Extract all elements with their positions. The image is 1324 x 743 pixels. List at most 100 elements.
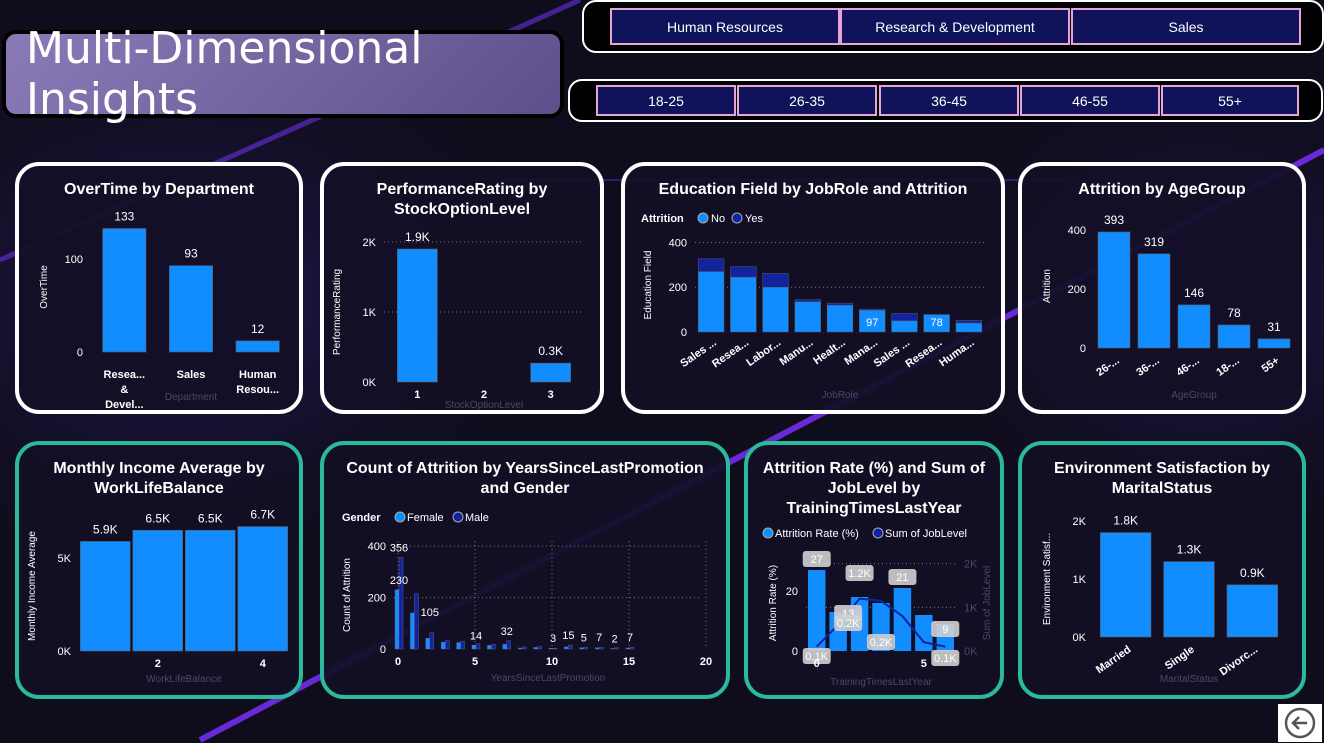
bar-male bbox=[521, 646, 527, 650]
bar-female bbox=[394, 589, 400, 650]
legend-marker bbox=[697, 212, 709, 224]
slicer-age-26-35[interactable]: 26-35 bbox=[737, 85, 877, 116]
bar bbox=[530, 362, 571, 383]
y-tick-label: 200 bbox=[669, 282, 687, 294]
bar-female bbox=[440, 641, 446, 650]
x-tick-label: Human bbox=[239, 369, 277, 381]
slicer-age-18-25[interactable]: 18-25 bbox=[596, 85, 736, 116]
x-axis-label: AgeGroup bbox=[1171, 390, 1217, 401]
bar bbox=[169, 265, 213, 353]
bar bbox=[1163, 561, 1215, 638]
dashboard-title-box: Multi-Dimensional Insights bbox=[2, 23, 564, 125]
data-label: 146 bbox=[1184, 286, 1204, 300]
y2-axis-label: Sum of JobLevel bbox=[982, 566, 993, 641]
bar-no bbox=[955, 322, 983, 333]
data-label: 9 bbox=[942, 624, 948, 636]
legend-title: Gender bbox=[342, 512, 381, 524]
x-tick-label: Resea... bbox=[710, 337, 751, 371]
chart-attrition-by-agegroup: 0 200 400 393 26-... 319 36-... 146 46-... 78 18-.… bbox=[1042, 213, 1291, 401]
bar bbox=[235, 340, 280, 353]
data-label: 0.2K bbox=[870, 637, 893, 649]
bar-yes bbox=[730, 266, 757, 278]
chart-title: Count of Attrition by YearsSinceLastProm… bbox=[346, 460, 704, 497]
bar-male bbox=[460, 641, 465, 650]
card-monthly-income-by-worklifebalance[interactable]: Monthly Income Average by WorkLifeBalanc… bbox=[15, 441, 303, 699]
card-attrition-by-promotion-gender[interactable]: Count of Attrition by YearsSinceLastProm… bbox=[320, 441, 730, 699]
data-label: 12 bbox=[251, 322, 265, 336]
bar-no bbox=[891, 320, 918, 333]
card-attrition-by-agegroup[interactable]: Attrition by AgeGroup 0 200 400 393 26-... 31… bbox=[1018, 162, 1306, 414]
slicer-department-sales[interactable]: Sales bbox=[1071, 8, 1301, 45]
x-axis-label: JobRole bbox=[822, 390, 859, 401]
slicer-department-research-development[interactable]: Research & Development bbox=[840, 8, 1070, 45]
legend-title: Attrition bbox=[641, 213, 684, 225]
legend-marker bbox=[731, 212, 743, 224]
bar-no bbox=[794, 301, 821, 333]
card-performance-by-stock-option[interactable]: PerformanceRating by StockOptionLevel 0K… bbox=[320, 162, 604, 414]
y-tick-label: 400 bbox=[368, 541, 386, 553]
bar-female bbox=[625, 647, 631, 650]
x-tick-label: Manu... bbox=[778, 337, 816, 369]
slicer-age-36-45[interactable]: 36-45 bbox=[879, 85, 1019, 116]
bar-yes bbox=[697, 258, 725, 272]
bar-female bbox=[410, 612, 415, 650]
bar-no bbox=[826, 304, 854, 333]
card-overtime-by-department[interactable]: OverTime by Department 0 100 133 Resea... & D… bbox=[15, 162, 303, 414]
bar bbox=[80, 541, 131, 652]
chart-education-field: Attrition No Yes0200400Sales ...Resea...La… bbox=[641, 212, 985, 401]
bar-male bbox=[583, 646, 588, 650]
bar bbox=[1257, 338, 1291, 349]
x-tick-label: 46-... bbox=[1174, 355, 1201, 379]
x-tick-label: 1 bbox=[414, 389, 420, 401]
bar-no bbox=[697, 271, 725, 333]
bar-yes bbox=[859, 308, 886, 311]
y-tick-label: 400 bbox=[1068, 225, 1086, 237]
data-label: 0.1K bbox=[934, 653, 957, 665]
y2-tick-label: 0K bbox=[964, 646, 978, 658]
data-label: 1.9K bbox=[405, 230, 430, 244]
chart-monthly-income: 0K 5K 5.9K 6.5K 2 6.5K 6.7K 4 Monthly Income Ave… bbox=[27, 508, 288, 685]
x-tick-label: Healt... bbox=[811, 337, 847, 368]
y-axis-label: Count of Attrition bbox=[342, 558, 353, 632]
card-education-field-by-jobrole[interactable]: Education Field by JobRole and Attrition… bbox=[621, 162, 1005, 414]
card-environment-satisfaction-by-marital[interactable]: Environment Satisfaction by MaritalStatu… bbox=[1018, 441, 1306, 699]
bar bbox=[1217, 324, 1251, 349]
bar-female bbox=[579, 647, 585, 650]
x-tick-label: 55+ bbox=[1260, 355, 1282, 376]
y-tick-label: 0 bbox=[681, 327, 687, 339]
data-label: 393 bbox=[1104, 213, 1124, 227]
y-tick-label: 1K bbox=[363, 307, 377, 319]
y-axis-label: Monthly Income Average bbox=[27, 531, 38, 641]
y-axis-label: OverTime bbox=[39, 265, 50, 309]
bar bbox=[102, 228, 147, 353]
data-label: 5.9K bbox=[93, 522, 118, 536]
y-axis-label: Environment Satisf... bbox=[1042, 533, 1053, 625]
bar-male bbox=[444, 640, 450, 650]
legend-marker bbox=[872, 527, 884, 539]
bar-yes bbox=[794, 299, 821, 303]
back-button[interactable] bbox=[1278, 704, 1322, 742]
slicer-age-55-plus[interactable]: 55+ bbox=[1161, 85, 1299, 116]
bar-attrition-rate bbox=[893, 588, 912, 651]
data-label: 7 bbox=[596, 632, 602, 644]
bar-male bbox=[398, 557, 404, 650]
bar-male bbox=[506, 640, 512, 650]
slicer-age-46-55[interactable]: 46-55 bbox=[1020, 85, 1160, 116]
slicer-department-human-resources[interactable]: Human Resources bbox=[610, 8, 840, 45]
chart-title: OverTime by Department bbox=[64, 181, 254, 198]
legend-marker bbox=[394, 511, 406, 523]
bar bbox=[1100, 532, 1152, 638]
x-tick-label: Huma... bbox=[937, 337, 976, 370]
y-tick-label: 2K bbox=[1073, 516, 1087, 528]
bar-yes bbox=[891, 313, 918, 322]
bar bbox=[237, 526, 288, 652]
data-label: 230 bbox=[390, 575, 408, 587]
bar-yes bbox=[826, 302, 854, 306]
back-arrow-icon bbox=[1284, 707, 1316, 739]
data-label: 78 bbox=[931, 317, 943, 329]
bar-no bbox=[762, 286, 789, 333]
data-label: 3 bbox=[550, 633, 556, 645]
data-label: 133 bbox=[114, 210, 134, 224]
y-tick-label: 0K bbox=[58, 646, 72, 658]
card-attrition-rate-by-training[interactable]: Attrition Rate (%) and Sum of JobLevel b… bbox=[744, 441, 1004, 699]
